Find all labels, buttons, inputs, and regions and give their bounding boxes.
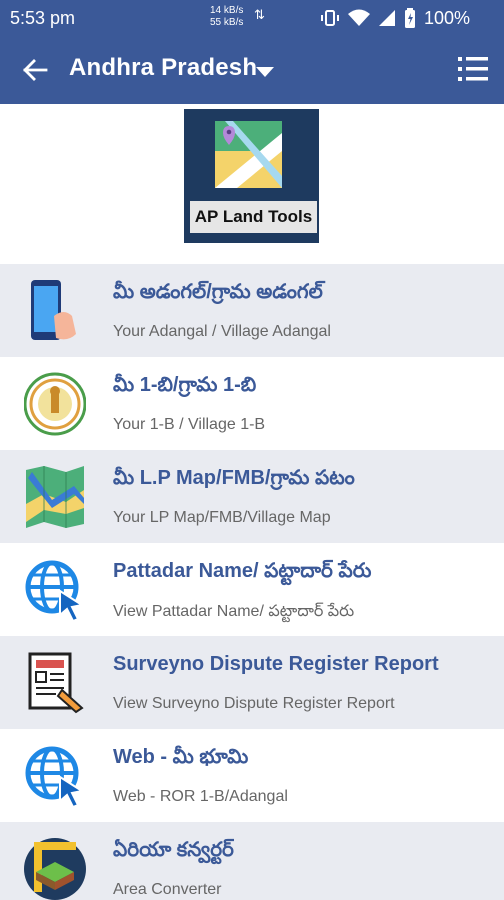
globe-cursor-icon — [25, 746, 85, 809]
item-subtitle: Your LP Map/FMB/Village Map — [113, 509, 331, 526]
status-icons: 100% — [320, 0, 470, 36]
item-title: మీ 1-బి/గ్రామ 1-బి — [113, 374, 257, 396]
vibrate-icon — [320, 10, 339, 26]
item-title: Surveyno Dispute Register Report — [113, 653, 439, 675]
signal-icon — [378, 10, 395, 26]
item-subtitle: Web - ROR 1-B/Adangal — [113, 788, 288, 805]
chevron-down-icon[interactable] — [256, 67, 274, 77]
item-subtitle: View Surveyno Dispute Register Report — [113, 695, 395, 712]
state-selector-title[interactable]: Andhra Pradesh — [69, 54, 257, 82]
item-title: మీ అడంగల్/గ్రామ అడంగల్ — [113, 281, 323, 303]
item-subtitle: Your Adangal / Village Adangal — [113, 323, 331, 340]
network-speed: 14 kB/s 55 kB/s — [210, 5, 243, 29]
list-item-adangal[interactable]: మీ అడంగల్/గ్రామ అడంగల్ Your Adangal / Vi… — [0, 264, 504, 357]
map-logo-icon — [215, 121, 282, 188]
ap-emblem-icon — [24, 372, 86, 436]
list-item-pattadar[interactable]: Pattadar Name/ పట్టాదార్ పేరు View Patta… — [0, 543, 504, 636]
list-item-dispute-register[interactable]: Surveyno Dispute Register Report View Su… — [0, 636, 504, 729]
app-logo: AP Land Tools — [184, 109, 319, 243]
data-transfer-icon: ⇅ — [254, 7, 265, 22]
item-title: Pattadar Name/ పట్టాదార్ పేరు — [113, 560, 372, 582]
battery-percent: 100% — [423, 7, 470, 28]
app-bar: Andhra Pradesh — [0, 36, 504, 104]
network-up-speed: 14 kB/s — [210, 5, 244, 16]
item-title: ఏరియా కన్వర్టర్ — [113, 839, 234, 861]
list-item-1b[interactable]: మీ 1-బి/గ్రామ 1-బి Your 1-B / Village 1-… — [0, 357, 504, 450]
tools-list: మీ అడంగల్/గ్రామ అడంగల్ Your Adangal / Vi… — [0, 264, 504, 900]
back-arrow-icon[interactable] — [22, 56, 48, 84]
area-converter-icon — [24, 838, 86, 900]
status-time: 5:53 pm — [10, 7, 76, 28]
item-subtitle: Your 1-B / Village 1-B — [113, 416, 266, 433]
item-title: మీ L.P Map/FMB/గ్రామ పటం — [113, 467, 355, 489]
item-subtitle: Area Converter — [113, 881, 222, 898]
phone-hand-icon — [31, 280, 76, 340]
network-down-speed: 55 kB/s — [210, 17, 244, 28]
list-item-lp-map[interactable]: మీ L.P Map/FMB/గ్రామ పటం Your LP Map/FMB… — [0, 450, 504, 543]
status-bar: 5:53 pm 14 kB/s 55 kB/s ⇅ 100% — [0, 0, 504, 36]
battery-icon — [404, 8, 415, 28]
list-item-web-bhoomi[interactable]: Web - మీ భూమి Web - ROR 1-B/Adangal — [0, 729, 504, 822]
wifi-icon — [347, 9, 370, 26]
document-pen-icon — [28, 652, 84, 714]
item-subtitle: View Pattadar Name/ పట్టాదార్ పేరు — [113, 603, 355, 620]
item-title: Web - మీ భూమి — [113, 746, 249, 768]
list-menu-icon[interactable] — [458, 56, 488, 82]
folded-map-icon — [26, 466, 84, 528]
logo-label: AP Land Tools — [190, 201, 317, 233]
globe-cursor-icon — [25, 560, 85, 623]
list-item-area-converter[interactable]: ఏరియా కన్వర్టర్ Area Converter — [0, 822, 504, 900]
